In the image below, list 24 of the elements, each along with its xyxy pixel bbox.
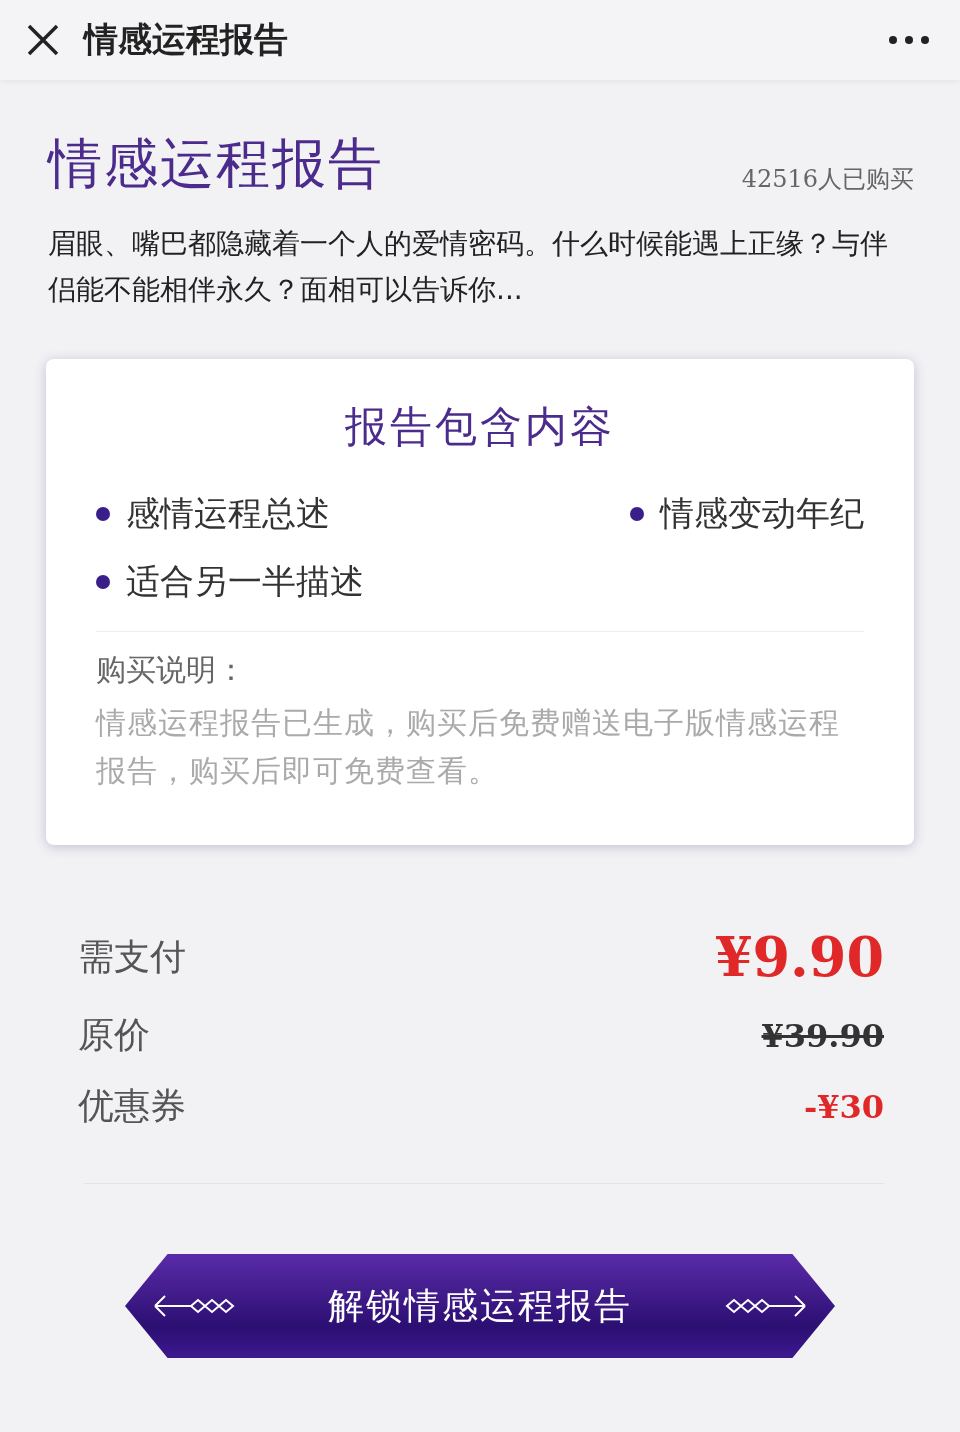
unlock-button[interactable]: 解锁情感运程报告 xyxy=(125,1254,835,1358)
price-label: 优惠券 xyxy=(78,1084,186,1128)
more-button[interactable] xyxy=(888,35,930,45)
more-icon xyxy=(888,35,930,45)
description: 眉眼、嘴巴都隐藏着一个人的爱情密码。什么时候能遇上正缘？与伴侣能不能相伴永久？面相可以告诉你... xyxy=(48,226,889,308)
close-icon xyxy=(26,23,60,57)
content-item: 感情运程总述 xyxy=(126,492,330,535)
close-button[interactable] xyxy=(26,23,60,57)
price-value: ¥9.90 xyxy=(714,925,884,989)
price-value: ¥39.90 xyxy=(761,1016,884,1055)
content-item: 适合另一半描述 xyxy=(126,560,364,603)
card-title: 报告包含内容 xyxy=(344,401,616,453)
bullet-icon xyxy=(96,507,110,521)
bullet-icon xyxy=(630,507,644,521)
price-label: 原价 xyxy=(78,1013,150,1057)
purchase-note: 情感运程报告已生成，购买后免费赠送电子版情感运程报告，购买后即可免费查看。 xyxy=(96,704,841,790)
nav-title: 情感运程报告 xyxy=(84,18,289,61)
note-title: 购买说明： xyxy=(96,651,247,689)
purchase-count: 42516人已购买 xyxy=(741,164,914,195)
content-item: 情感变动年纪 xyxy=(660,492,864,535)
price-label: 需支付 xyxy=(78,934,186,979)
page-title: 情感运程报告 xyxy=(48,131,384,197)
bullet-icon xyxy=(96,575,110,589)
price-value: -¥30 xyxy=(803,1087,884,1126)
